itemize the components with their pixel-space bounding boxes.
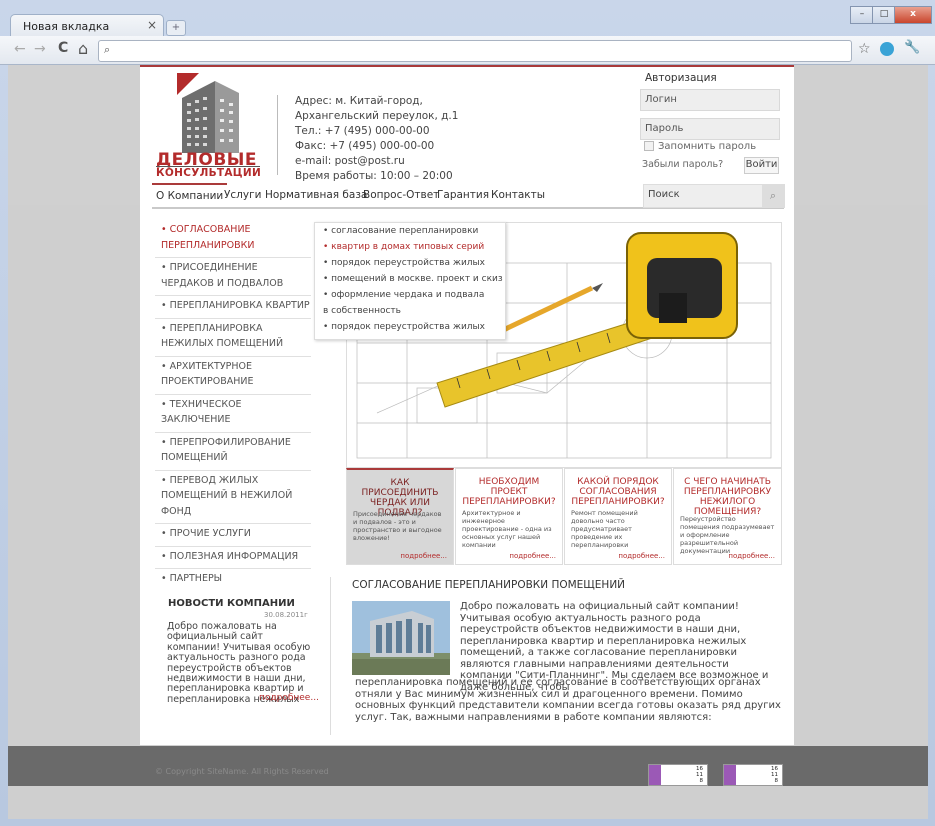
sidebar-menu: • СОГЛАСОВАНИЕ ПЕРЕПЛАНИРОВКИ • ПРИСОЕДИ…	[155, 220, 311, 591]
remember-checkbox[interactable]: Запомнить пароль	[644, 141, 756, 152]
sidebar-item-nonresidential[interactable]: • ПЕРЕПЛАНИРОВКА НЕЖИЛЫХ ПОМЕЩЕНИЙ	[155, 319, 311, 357]
feature-more-link[interactable]: подробнее...	[400, 552, 447, 560]
search-icon: ⌕	[104, 43, 111, 56]
sidebar-item-technical-report[interactable]: • ТЕХНИЧЕСКОЕ ЗАКЛЮЧЕНИЕ	[155, 395, 311, 433]
sidebar-item-useful-info[interactable]: • ПОЛЕЗНАЯ ИНФОРМАЦИЯ	[155, 547, 311, 569]
visitor-counter-badge[interactable]: 16 11 8	[648, 764, 708, 786]
logo-subtitle[interactable]: КОНСУЛЬТАЦИИ	[156, 166, 261, 179]
feature-description: Переустройство помещения подразумевает и…	[680, 515, 775, 555]
services-dropdown: • согласование перепланировки • квартир …	[314, 222, 506, 340]
copyright-text: © Copyright SiteName. All Rights Reserve…	[155, 767, 329, 776]
address-bar[interactable]: ⌕	[98, 40, 852, 62]
nav-item-regulations[interactable]: Нормативная база	[265, 183, 367, 205]
feature-title[interactable]: НЕОБХОДИМ ПРОЕКТ ПЕРЕПЛАНИРОВКИ?	[460, 477, 558, 507]
nav-item-contacts[interactable]: Контакты	[491, 183, 545, 205]
login-button[interactable]: Войти	[744, 157, 779, 174]
feature-title[interactable]: С ЧЕГО НАЧИНАТЬ ПЕРЕПЛАНИРОВКУ НЕЖИЛОГО …	[678, 477, 777, 517]
dropdown-item[interactable]: • помещений в москве. проект и скиз	[315, 271, 505, 287]
news-more-link[interactable]: подробнее...	[259, 693, 319, 703]
counter-icon	[649, 765, 661, 785]
search-button-icon[interactable]: ⌕	[762, 185, 784, 207]
contact-email: e-mail: post@post.ru	[295, 155, 405, 167]
feature-description: Архитектурное и инженерное проектировани…	[462, 509, 552, 549]
contact-address: Адрес: м. Китай-город,	[295, 95, 423, 107]
forward-arrow-icon[interactable]: →	[34, 41, 46, 57]
sidebar-item-partners[interactable]: • ПАРТНЕРЫ	[155, 569, 311, 591]
sidebar-item-architecture[interactable]: • АРХИТЕКТУРНОЕ ПРОЕКТИРОВАНИЕ	[155, 357, 311, 395]
back-arrow-icon[interactable]: ←	[14, 41, 26, 57]
contact-fax: Факс: +7 (495) 000-00-00	[295, 140, 435, 152]
feature-description: Присоединение чердаков и подвалов - это …	[353, 510, 442, 542]
nav-item-guarantee[interactable]: Гарантия	[437, 183, 489, 205]
home-icon[interactable]: ⌂	[78, 39, 88, 58]
feature-more-link[interactable]: подробнее...	[618, 552, 665, 560]
dropdown-item[interactable]: в собственность	[315, 303, 505, 319]
login-field[interactable]: Логин	[640, 89, 780, 111]
contact-info: Адрес: м. Китай-город, Архангельский пер…	[295, 94, 495, 184]
top-accent-line	[140, 65, 794, 67]
browser-tab[interactable]: Новая вкладка ×	[10, 14, 164, 37]
dropdown-item[interactable]: • порядок переустройства жилых	[315, 319, 505, 335]
content-divider	[330, 577, 331, 735]
contact-hours: Время работы: 10:00 – 20:00	[295, 170, 453, 182]
logo-building-icon[interactable]	[177, 73, 242, 153]
news-date: 30.08.2011г	[264, 611, 308, 619]
header-divider	[277, 95, 278, 175]
window-controls: – □ x	[850, 1, 932, 24]
feature-box-nonresidential[interactable]: С ЧЕГО НАЧИНАТЬ ПЕРЕПЛАНИРОВКУ НЕЖИЛОГО …	[673, 468, 782, 565]
dropdown-item[interactable]: • оформление чердака и подвала	[315, 287, 505, 303]
dropdown-item[interactable]: • согласование перепланировки	[315, 223, 505, 239]
visitor-counter-badge[interactable]: 16 11 8	[723, 764, 783, 786]
feature-box-project[interactable]: НЕОБХОДИМ ПРОЕКТ ПЕРЕПЛАНИРОВКИ? Архитек…	[455, 468, 563, 565]
feature-title[interactable]: КАКОЙ ПОРЯДОК СОГЛАСОВАНИЯ ПЕРЕПЛАНИРОВК…	[569, 477, 667, 507]
remember-label: Запомнить пароль	[658, 141, 757, 152]
article-paragraph-2: перепланировка помещений и ее согласован…	[355, 677, 781, 723]
close-window-button[interactable]: x	[894, 6, 932, 24]
minimize-button[interactable]: –	[850, 6, 874, 24]
search-input[interactable]: Поиск	[648, 189, 680, 200]
bookmark-star-icon[interactable]: ☆	[858, 41, 871, 57]
footer-background	[8, 746, 928, 786]
maximize-button[interactable]: □	[872, 6, 896, 24]
feature-description: Ремонт помещений довольно часто предусма…	[571, 509, 638, 549]
feature-box-attic[interactable]: КАК ПРИСОЕДИНИТЬ ЧЕРДАК ИЛИ ПОДВАЛ? Прис…	[346, 468, 454, 565]
sidebar-item-redevelopment-approval[interactable]: • СОГЛАСОВАНИЕ ПЕРЕПЛАНИРОВКИ	[155, 220, 311, 258]
article-title: СОГЛАСОВАНИЕ ПЕРЕПЛАНИРОВКИ ПОМЕЩЕНИЙ	[352, 579, 626, 591]
nav-item-faq[interactable]: Вопрос-Ответ	[363, 183, 439, 205]
feature-more-link[interactable]: подробнее...	[728, 552, 775, 560]
auth-title: Авторизация	[645, 72, 717, 84]
counter-value: 8	[774, 778, 779, 784]
feature-more-link[interactable]: подробнее...	[509, 552, 556, 560]
tab-title: Новая вкладка	[23, 20, 110, 33]
news-title: НОВОСТИ КОМПАНИИ	[168, 598, 295, 609]
reload-icon[interactable]: C	[58, 40, 68, 56]
contact-address-2: Архангельский переулок, д.1	[295, 110, 459, 122]
sidebar-item-apartments[interactable]: • ПЕРЕПЛАНИРОВКА КВАРТИР	[155, 296, 311, 319]
contact-phone: Тел.: +7 (495) 000-00-00	[295, 125, 430, 137]
skype-extension-icon[interactable]	[880, 42, 894, 56]
password-field[interactable]: Пароль	[640, 118, 780, 140]
counter-value: 8	[699, 778, 704, 784]
nav-item-about[interactable]: О Компании	[152, 183, 228, 207]
sidebar-item-attics-basements[interactable]: • ПРИСОЕДИНЕНИЕ ЧЕРДАКОВ И ПОДВАЛОВ	[155, 258, 311, 296]
forgot-password-link[interactable]: Забыли пароль?	[642, 159, 723, 170]
tab-close-icon[interactable]: ×	[147, 18, 157, 32]
site-search[interactable]: Поиск ⌕	[643, 184, 785, 208]
counter-icon	[724, 765, 736, 785]
nav-item-services[interactable]: Услуги	[224, 183, 261, 205]
wrench-icon[interactable]: 🔧	[904, 40, 920, 55]
sidebar-item-other-services[interactable]: • ПРОЧИЕ УСЛУГИ	[155, 524, 311, 547]
new-tab-button[interactable]: +	[166, 20, 186, 36]
checkbox-icon[interactable]	[644, 141, 654, 151]
sidebar-item-reprofiling[interactable]: • ПЕРЕПРОФИЛИРОВАНИЕ ПОМЕЩЕНИЙ	[155, 433, 311, 471]
sidebar-item-transfer[interactable]: • ПЕРЕВОД ЖИЛЫХ ПОМЕЩЕНИЙ В НЕЖИЛОЙ ФОНД	[155, 471, 311, 524]
feature-box-approval-order[interactable]: КАКОЙ ПОРЯДОК СОГЛАСОВАНИЯ ПЕРЕПЛАНИРОВК…	[564, 468, 672, 565]
dropdown-item[interactable]: • порядок переустройства жилых	[315, 255, 505, 271]
dropdown-item[interactable]: • квартир в домах типовых серий	[315, 239, 505, 255]
office-building-photo	[352, 601, 450, 675]
